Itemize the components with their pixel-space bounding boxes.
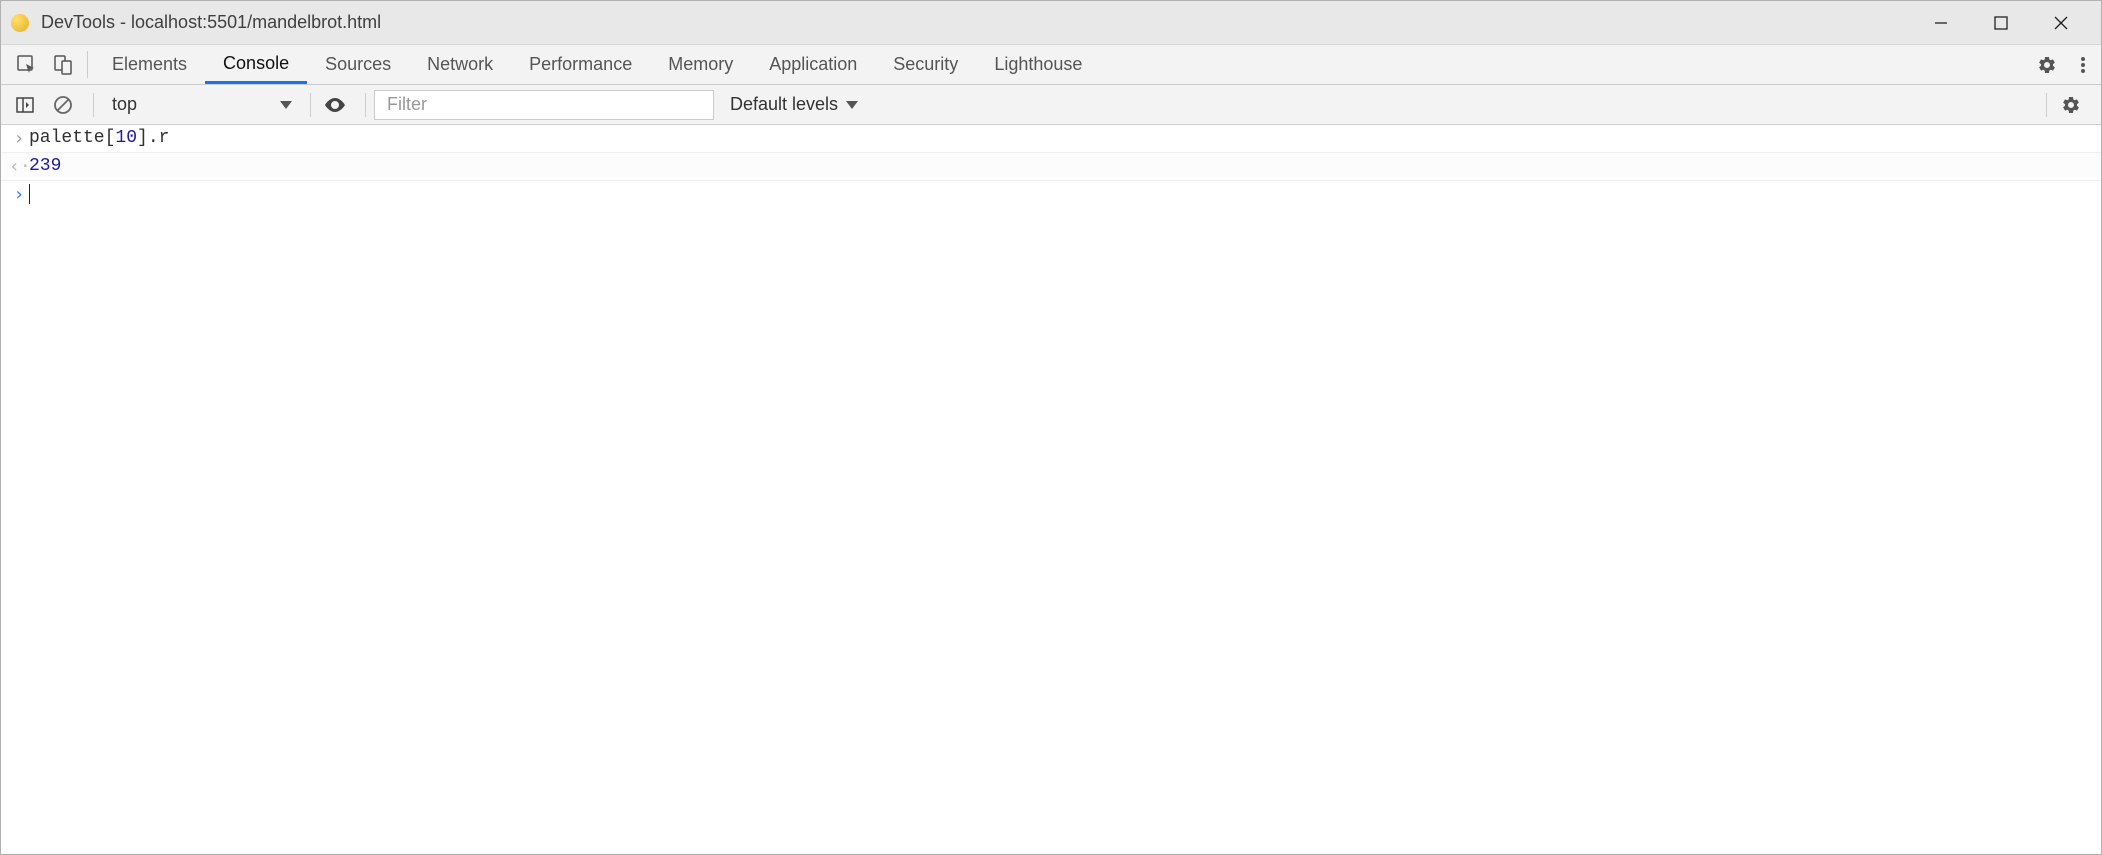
clear-console-icon[interactable] (47, 89, 79, 121)
tab-security[interactable]: Security (875, 45, 976, 84)
filter-input[interactable] (374, 90, 714, 120)
tab-elements[interactable]: Elements (94, 45, 205, 84)
titlebar: DevTools - localhost:5501/mandelbrot.htm… (1, 1, 2101, 45)
console-output-value: 239 (29, 156, 2093, 176)
more-menu-icon[interactable] (2065, 45, 2101, 84)
tab-performance[interactable]: Performance (511, 45, 650, 84)
log-levels-label: Default levels (730, 94, 838, 115)
panel-tabs: Elements Console Sources Network Perform… (94, 45, 1100, 84)
execution-context-label: top (112, 94, 137, 115)
console-output-row: ‹· 239 (1, 153, 2101, 181)
console-output[interactable]: › palette[10].r ‹· 239 › (1, 125, 2101, 854)
inspect-element-icon[interactable] (9, 45, 45, 84)
tab-sources[interactable]: Sources (307, 45, 409, 84)
chevron-down-icon (280, 101, 292, 109)
devtools-window: DevTools - localhost:5501/mandelbrot.htm… (0, 0, 2102, 855)
minimize-button[interactable] (1911, 1, 1971, 45)
execution-context-select[interactable]: top (102, 90, 302, 120)
tab-application[interactable]: Application (751, 45, 875, 84)
devtools-app-icon (11, 14, 29, 32)
console-input-row: › palette[10].r (1, 125, 2101, 153)
console-toolbar: top Default levels (1, 85, 2101, 125)
input-chevron-icon: › (9, 128, 29, 149)
live-expression-eye-icon[interactable] (319, 89, 351, 121)
input-chevron-icon: › (9, 184, 29, 205)
close-button[interactable] (2031, 1, 2091, 45)
console-input-text: palette[10].r (29, 128, 2093, 148)
log-levels-select[interactable]: Default levels (730, 94, 858, 115)
maximize-button[interactable] (1971, 1, 2031, 45)
console-prompt-input[interactable] (29, 184, 2093, 205)
toggle-sidebar-icon[interactable] (9, 89, 41, 121)
tab-console[interactable]: Console (205, 45, 307, 84)
settings-gear-icon[interactable] (2029, 45, 2065, 84)
tab-memory[interactable]: Memory (650, 45, 751, 84)
tab-lighthouse[interactable]: Lighthouse (976, 45, 1100, 84)
window-title: DevTools - localhost:5501/mandelbrot.htm… (41, 12, 381, 33)
tab-network[interactable]: Network (409, 45, 511, 84)
chevron-down-icon (846, 101, 858, 109)
main-tab-bar: Elements Console Sources Network Perform… (1, 45, 2101, 85)
output-chevron-icon: ‹· (9, 156, 29, 177)
device-toolbar-icon[interactable] (45, 45, 81, 84)
console-prompt-row[interactable]: › (1, 181, 2101, 208)
console-settings-gear-icon[interactable] (2055, 89, 2087, 121)
